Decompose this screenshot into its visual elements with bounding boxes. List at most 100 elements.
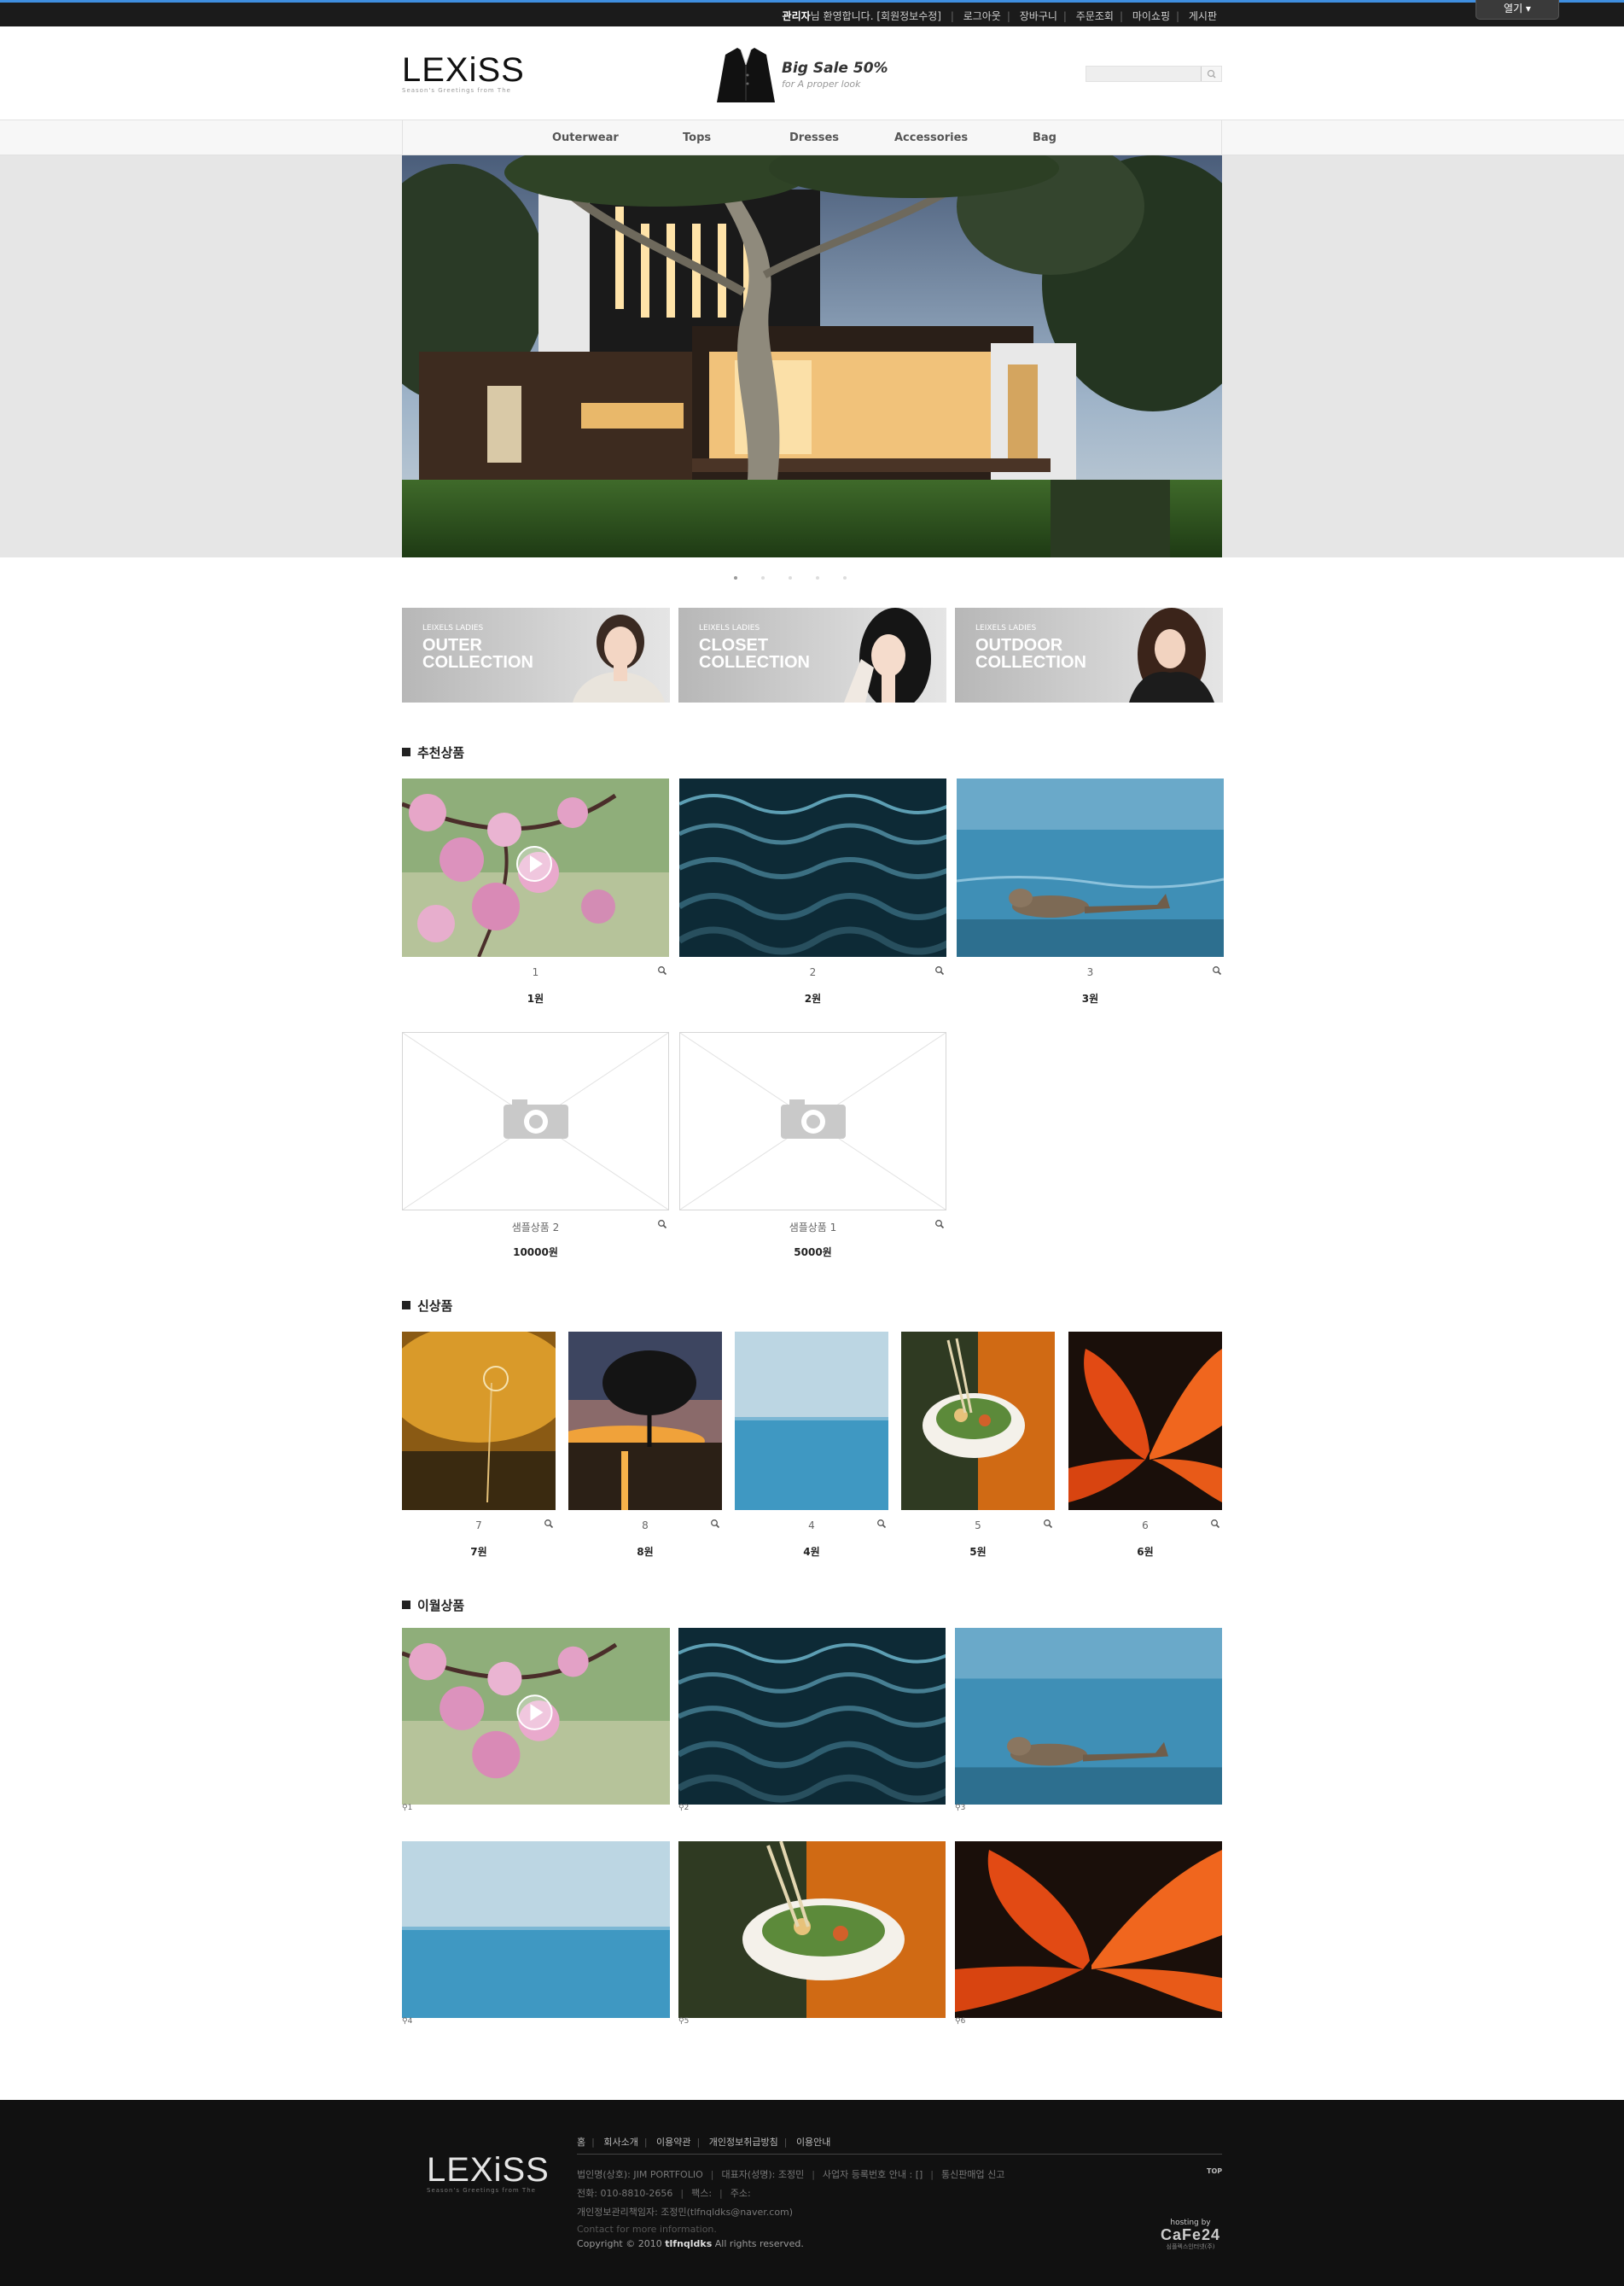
product-card[interactable]: 1 1원	[402, 779, 669, 1009]
product-image[interactable]	[402, 1032, 669, 1210]
gallery-label[interactable]: ⚲1	[402, 1804, 412, 1812]
gallery-label[interactable]: ⚲2	[678, 1804, 689, 1812]
search-icon	[1207, 69, 1216, 79]
nav-item-dresses[interactable]: Dresses	[789, 131, 839, 144]
gallery-tile[interactable]	[402, 1841, 670, 2018]
footer-contact-link[interactable]: Contact for more information.	[577, 2224, 717, 2235]
board-link[interactable]: 게시판	[1189, 10, 1217, 22]
sale-title: Big Sale 50%	[782, 60, 888, 77]
logo-subtitle: Season's Greetings from The	[402, 87, 511, 94]
back-to-top-button[interactable]: TOP	[1207, 2167, 1222, 2175]
zoom-icon[interactable]	[1212, 965, 1222, 976]
product-image[interactable]	[679, 1032, 946, 1210]
zoom-icon[interactable]	[1210, 1519, 1220, 1529]
slide-dot[interactable]	[789, 576, 792, 580]
product-image[interactable]	[735, 1332, 888, 1510]
banner-outer-collection[interactable]: LEIXELS LADIES OUTER COLLECTION	[402, 608, 670, 703]
nav-item-tops[interactable]: Tops	[683, 131, 711, 144]
product-image[interactable]	[679, 779, 946, 957]
logo[interactable]: LEXiSS Season's Greetings from The	[402, 53, 525, 94]
gallery-tile[interactable]	[678, 1841, 946, 2018]
jacket-icon	[717, 48, 775, 102]
footer-contact-info: 전화: 010-8810-2656 | 팩스: | 주소:	[577, 2188, 751, 2199]
product-card[interactable]: 8 8원	[568, 1332, 722, 1562]
search-button[interactable]	[1201, 67, 1221, 81]
product-name[interactable]: 샘플상품 2	[402, 1220, 669, 1234]
nav-item-bag[interactable]: Bag	[1033, 131, 1056, 144]
product-name[interactable]: 샘플상품 1	[679, 1220, 946, 1234]
slide-dot[interactable]	[843, 576, 847, 580]
search-input[interactable]	[1086, 69, 1199, 85]
zoom-icon[interactable]	[876, 1519, 887, 1529]
slide-dot[interactable]	[816, 576, 819, 580]
product-image[interactable]	[402, 779, 669, 957]
product-card[interactable]: 샘플상품 1 5000원	[679, 1032, 946, 1263]
product-image[interactable]	[901, 1332, 1055, 1510]
product-card[interactable]: 4 4원	[735, 1332, 888, 1562]
product-price: 5원	[969, 1546, 987, 1558]
dark-water-image	[678, 1628, 946, 1805]
seal-image	[955, 1628, 1222, 1805]
footer-link-guide[interactable]: 이용안내	[796, 2137, 830, 2148]
zoom-icon[interactable]	[657, 965, 667, 976]
footer-link-home[interactable]: 홈	[577, 2137, 585, 2148]
product-card[interactable]: 5 5원	[901, 1332, 1055, 1562]
gallery-tile[interactable]	[955, 1841, 1222, 2018]
sea-image	[402, 1841, 670, 2018]
product-name[interactable]: 2	[679, 966, 946, 978]
footer	[0, 2100, 1624, 2286]
bizno-link[interactable]: 사업자 등록번호 안내 : []	[823, 2169, 923, 2180]
product-name[interactable]: 1	[402, 966, 669, 978]
mailorder-link[interactable]: 통신판매업 신고	[941, 2169, 1004, 2180]
gallery-label[interactable]: ⚲4	[402, 2017, 412, 2026]
cart-link[interactable]: 장바구니	[1020, 10, 1057, 22]
nav-item-outerwear[interactable]: Outerwear	[552, 131, 619, 144]
footer-link-terms[interactable]: 이용약관	[656, 2137, 690, 2148]
zoom-icon[interactable]	[1043, 1519, 1053, 1529]
gallery-label[interactable]: ⚲5	[678, 2017, 689, 2026]
zoom-icon[interactable]	[657, 1219, 667, 1229]
product-card[interactable]: 6 6원	[1068, 1332, 1222, 1562]
slide-dot[interactable]	[734, 576, 737, 580]
member-edit-link[interactable]: [회원정보수정]	[876, 10, 941, 22]
product-price: 2원	[804, 993, 822, 1005]
product-name[interactable]: 3	[957, 966, 1224, 978]
zoom-icon[interactable]	[934, 965, 945, 976]
hosting-badge[interactable]: hosting by CaFe24 심플렉스인터넷(주)	[1161, 2219, 1220, 2251]
gallery-label[interactable]: ⚲6	[955, 2017, 965, 2026]
banner-outdoor-collection[interactable]: LEIXELS LADIES OUTDOOR COLLECTION	[955, 608, 1223, 703]
footer-logo[interactable]: LEXiSS Season's Greetings from The	[427, 2153, 550, 2194]
product-card[interactable]: 3 3원	[957, 779, 1224, 1009]
product-image[interactable]	[957, 779, 1224, 957]
zoom-icon[interactable]	[544, 1519, 554, 1529]
banner-closet-collection[interactable]: LEIXELS LADIES CLOSET COLLECTION	[678, 608, 946, 703]
product-image[interactable]	[1068, 1332, 1222, 1510]
camera-icon	[503, 1099, 568, 1139]
product-card[interactable]: 샘플상품 2 10000원	[402, 1032, 669, 1263]
product-name[interactable]: 5	[901, 1519, 1055, 1531]
footer-link-privacy[interactable]: 개인정보취급방침	[709, 2137, 778, 2148]
product-image[interactable]	[568, 1332, 722, 1510]
sale-banner[interactable]: Big Sale 50% for A proper look	[715, 46, 888, 106]
order-lookup-link[interactable]: 주문조회	[1076, 10, 1114, 22]
product-name[interactable]: 4	[735, 1519, 888, 1531]
footer-link-about[interactable]: 회사소개	[603, 2137, 637, 2148]
open-toggle-button[interactable]: 열기 ▾	[1476, 0, 1559, 20]
nav-item-accessories[interactable]: Accessories	[894, 131, 968, 144]
gallery-tile[interactable]	[402, 1628, 670, 1805]
product-name[interactable]: 6	[1068, 1519, 1222, 1531]
product-image[interactable]	[402, 1332, 556, 1510]
my-shopping-link[interactable]: 마이쇼핑	[1132, 10, 1170, 22]
gallery-label[interactable]: ⚲3	[955, 1804, 965, 1812]
product-card[interactable]: 7 7원	[402, 1332, 556, 1562]
product-name[interactable]: 8	[568, 1519, 722, 1531]
gallery-tile[interactable]	[678, 1628, 946, 1805]
product-card[interactable]: 2 2원	[679, 779, 946, 1009]
zoom-icon[interactable]	[934, 1219, 945, 1229]
logout-link[interactable]: 로그아웃	[963, 10, 1001, 22]
hero-slide-image[interactable]	[402, 155, 1222, 557]
product-name[interactable]: 7	[402, 1519, 556, 1531]
slide-dot[interactable]	[761, 576, 765, 580]
zoom-icon[interactable]	[710, 1519, 720, 1529]
gallery-tile[interactable]	[955, 1628, 1222, 1805]
